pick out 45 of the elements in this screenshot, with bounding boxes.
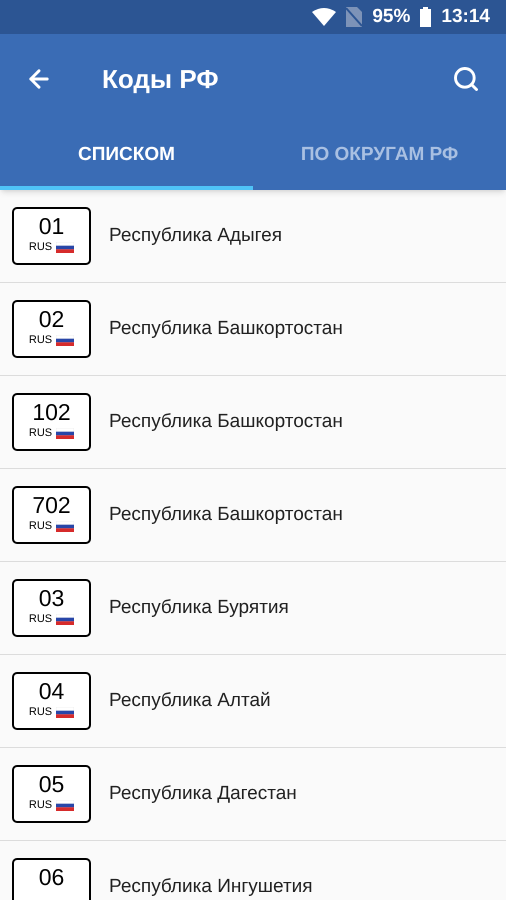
flag-icon bbox=[56, 334, 74, 346]
plate-country: RUS bbox=[28, 241, 52, 253]
region-row[interactable]: 01 RUS Республика Адыгея bbox=[0, 190, 506, 283]
wifi-icon bbox=[312, 8, 336, 26]
plate-country: RUS bbox=[28, 334, 52, 346]
flag-icon bbox=[56, 800, 74, 810]
region-name: Республика Башкортостан bbox=[109, 316, 343, 341]
screen-title: Коды РФ bbox=[102, 62, 219, 96]
plate-country: RUS bbox=[28, 520, 52, 532]
region-name: Республика Дагестан bbox=[109, 782, 297, 806]
plate-code: 04 bbox=[38, 678, 64, 704]
region-row[interactable]: 702 RUS Республика Башкортостан bbox=[0, 469, 506, 562]
plate-code: 01 bbox=[38, 213, 64, 239]
region-row[interactable]: 05 RUS Республика Дагестан bbox=[0, 748, 506, 841]
region-name: Республика Ингушетия bbox=[109, 874, 313, 899]
battery-icon bbox=[420, 7, 432, 27]
region-name: Республика Адыгея bbox=[109, 224, 282, 248]
region-name: Республика Бурятия bbox=[109, 596, 289, 620]
plate-country: RUS bbox=[28, 427, 52, 439]
region-name: Республика Башкортостан bbox=[109, 410, 343, 434]
region-row[interactable]: 02 RUS Республика Башкортостан bbox=[0, 283, 506, 376]
region-name: Республика Башкортостан bbox=[109, 502, 343, 527]
flag-icon bbox=[56, 242, 74, 252]
region-name: Республика Алтай bbox=[109, 688, 271, 713]
clock: 13:14 bbox=[441, 4, 490, 29]
plate-code: 102 bbox=[32, 399, 71, 425]
plate-country: RUS bbox=[28, 706, 52, 718]
tab[interactable]: СПИСКОМ bbox=[0, 124, 253, 190]
plate-code: 06 bbox=[38, 864, 64, 890]
plate-code: 702 bbox=[32, 492, 71, 518]
battery-percent: 95% bbox=[372, 4, 410, 29]
flag-icon bbox=[56, 428, 74, 438]
flag-icon bbox=[56, 706, 74, 718]
region-row[interactable]: 04 RUS Республика Алтай bbox=[0, 655, 506, 748]
flag-icon bbox=[56, 520, 74, 532]
plate-code: 05 bbox=[38, 771, 64, 797]
no-sim-icon bbox=[346, 7, 362, 27]
plate-country: RUS bbox=[28, 613, 52, 625]
plate-code: 02 bbox=[38, 306, 64, 332]
flag-icon bbox=[56, 614, 74, 624]
plate-code: 03 bbox=[38, 585, 64, 611]
region-row[interactable]: 03 RUS Республика Бурятия bbox=[0, 562, 506, 655]
region-row[interactable]: 102 RUS Республика Башкортостан bbox=[0, 376, 506, 469]
region-row[interactable]: 06 Республика Ингушетия bbox=[0, 841, 506, 900]
plate-country: RUS bbox=[28, 799, 52, 811]
